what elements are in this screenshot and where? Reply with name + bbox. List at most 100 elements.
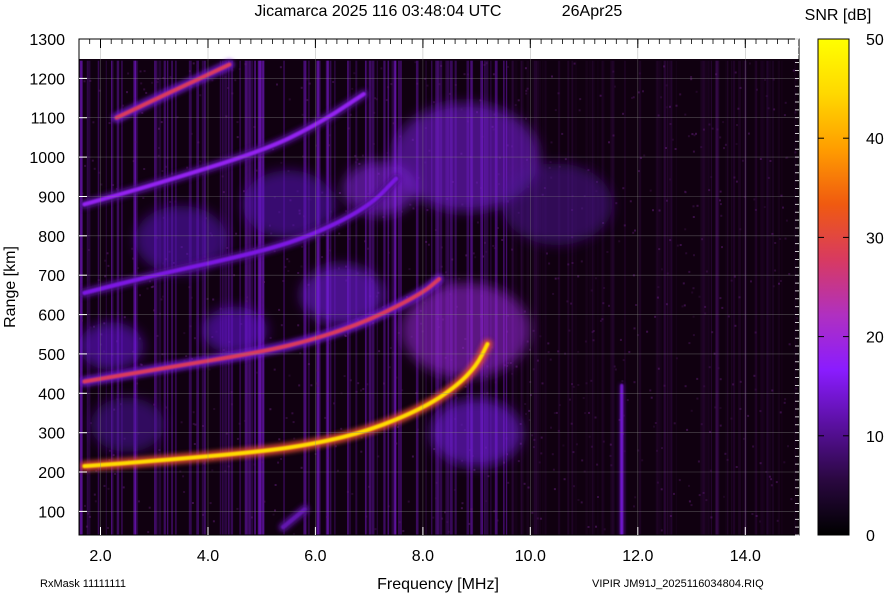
noise-speck xyxy=(143,168,146,170)
noise-speck xyxy=(652,209,654,212)
noise-speck xyxy=(657,367,660,370)
noise-speck xyxy=(94,500,97,503)
noise-speck xyxy=(550,141,553,144)
colorbar-tick-label: 40 xyxy=(866,131,884,148)
noise-speck xyxy=(85,525,88,528)
noise-speck xyxy=(734,324,737,327)
noise-speck xyxy=(451,258,454,261)
noise-speck xyxy=(412,207,415,210)
noise-speck xyxy=(193,337,196,340)
noise-speck xyxy=(690,76,693,78)
noise-speck xyxy=(790,498,793,501)
noise-speck xyxy=(485,375,488,378)
noise-speck xyxy=(84,504,86,507)
noise-speck xyxy=(752,445,755,448)
noise-speck xyxy=(326,456,329,459)
noise-speck xyxy=(81,192,84,195)
noise-speck xyxy=(231,69,234,72)
noise-speck xyxy=(148,506,151,509)
noise-speck xyxy=(123,316,126,319)
noise-speck xyxy=(351,87,354,90)
y-axis-ticks: 100 200 300 400 500 600 700 800 900 1000 1100 1200 1… xyxy=(29,32,87,521)
noise-streak xyxy=(602,60,605,535)
noise-speck xyxy=(212,520,215,523)
noise-speck xyxy=(140,363,143,366)
noise-speck xyxy=(774,269,777,272)
noise-speck xyxy=(357,382,360,385)
noise-streak xyxy=(663,60,666,535)
y-tick-label: 1200 xyxy=(29,71,65,88)
y-tick-label: 1000 xyxy=(29,150,65,167)
noise-speck xyxy=(685,252,688,255)
colorbar-label: SNR [dB] xyxy=(805,7,872,24)
noise-speck xyxy=(687,135,690,138)
noise-speck xyxy=(733,275,736,278)
noise-speck xyxy=(256,371,258,374)
noise-speck xyxy=(473,468,476,471)
noise-speck xyxy=(681,305,684,308)
noise-speck xyxy=(387,505,390,508)
noise-speck xyxy=(735,143,738,145)
noise-speck xyxy=(596,463,599,466)
noise-speck xyxy=(225,115,228,118)
noise-speck xyxy=(476,221,479,224)
noise-speck xyxy=(646,330,649,333)
noise-speck xyxy=(193,443,196,445)
noise-speck xyxy=(285,417,288,419)
noise-speck xyxy=(722,121,725,124)
noise-speck xyxy=(763,206,766,209)
noise-speck xyxy=(649,189,652,192)
diffuse-echo xyxy=(502,163,613,246)
noise-speck xyxy=(525,89,528,92)
noise-speck xyxy=(658,209,661,212)
noise-speck xyxy=(197,141,200,144)
noise-speck xyxy=(735,466,738,468)
x-tick-label: 4.0 xyxy=(197,548,219,565)
noise-speck xyxy=(365,515,368,518)
noise-speck xyxy=(383,382,386,385)
noise-speck xyxy=(553,412,556,415)
noise-streak xyxy=(593,60,596,535)
noise-speck xyxy=(555,411,558,414)
noise-speck xyxy=(691,133,694,136)
noise-speck xyxy=(770,484,773,487)
noise-speck xyxy=(739,86,742,89)
colorbar: 0 10 20 30 40 50 xyxy=(817,32,884,545)
noise-speck xyxy=(278,308,281,311)
noise-speck xyxy=(131,247,134,250)
noise-speck xyxy=(676,244,679,247)
noise-speck xyxy=(788,343,791,346)
noise-streak xyxy=(394,60,397,535)
noise-speck xyxy=(236,437,239,440)
noise-speck xyxy=(532,329,535,332)
noise-streak xyxy=(398,60,401,535)
noise-speck xyxy=(269,408,272,411)
noise-speck xyxy=(755,515,758,517)
noise-speck xyxy=(688,342,691,345)
noise-speck xyxy=(612,134,615,137)
noise-streak xyxy=(588,60,592,535)
noise-speck xyxy=(226,246,229,249)
noise-speck xyxy=(395,442,398,445)
noise-speck xyxy=(580,501,583,504)
noise-speck xyxy=(717,367,720,370)
noise-speck xyxy=(463,73,466,76)
noise-speck xyxy=(692,216,695,218)
noise-speck xyxy=(485,62,488,65)
noise-streak xyxy=(624,60,626,535)
plot-blank-region xyxy=(79,39,799,59)
noise-speck xyxy=(307,363,310,366)
noise-speck xyxy=(577,384,580,386)
noise-speck xyxy=(440,64,443,67)
noise-speck xyxy=(595,525,597,528)
noise-speck xyxy=(684,385,687,388)
noise-speck xyxy=(160,298,163,301)
noise-speck xyxy=(622,112,624,115)
noise-speck xyxy=(634,229,636,232)
noise-speck xyxy=(432,516,435,519)
noise-speck xyxy=(93,167,96,170)
noise-speck xyxy=(112,454,115,457)
noise-speck xyxy=(650,396,653,399)
noise-streak xyxy=(777,60,781,535)
noise-speck xyxy=(594,416,597,419)
